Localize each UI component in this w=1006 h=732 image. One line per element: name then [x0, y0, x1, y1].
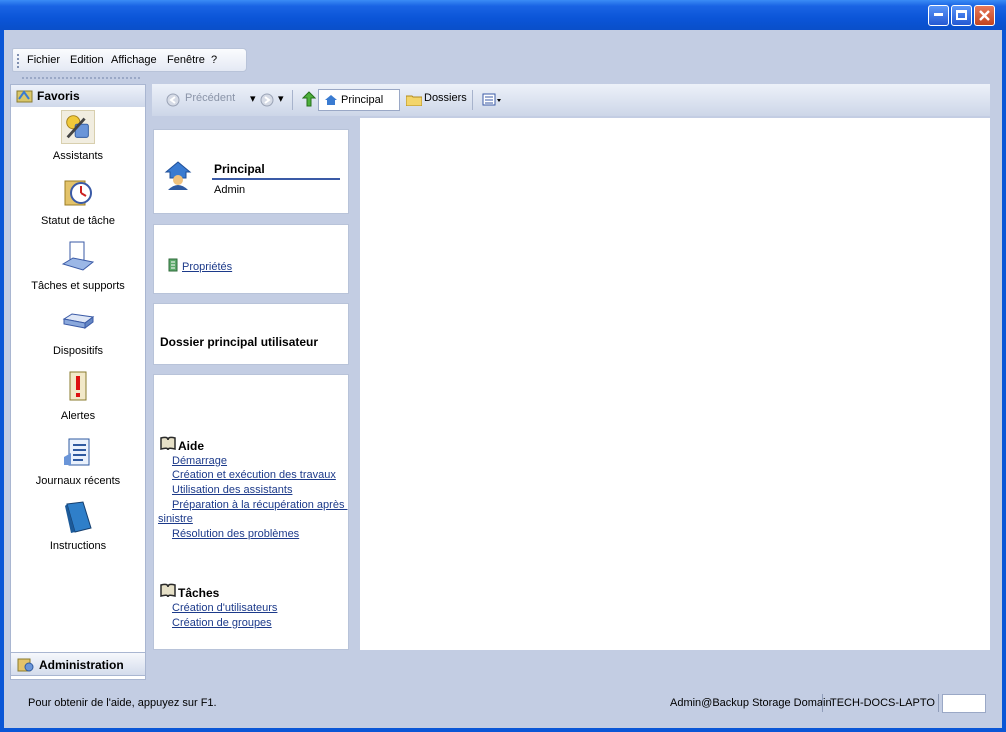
help-link-recuperation[interactable]: Préparation à la récupération après: [172, 499, 348, 511]
tasks-link-groups[interactable]: Création de groupes: [172, 617, 272, 629]
menu-grip-icon[interactable]: [17, 54, 22, 68]
help-link-assistants[interactable]: Utilisation des assistants: [172, 484, 292, 496]
toolbar-separator: [472, 90, 473, 110]
back-arrow-icon[interactable]: [166, 93, 180, 107]
tasks-media-icon: [61, 241, 95, 271]
help-section-title: Aide: [178, 439, 205, 453]
nav-item-label: Statut de tâche: [41, 215, 115, 227]
back-dropdown-icon[interactable]: ▾: [250, 92, 256, 105]
menu-fichier[interactable]: Fichier: [27, 54, 60, 66]
status-help-text: Pour obtenir de l'aide, appuyez sur F1.: [28, 697, 217, 709]
administration-button[interactable]: Administration: [10, 652, 146, 676]
status-separator: [938, 694, 939, 712]
nav-item-task-status[interactable]: Statut de tâche: [11, 175, 145, 239]
navigation-toolbar: Précédent ▾ ▾ Principal Dossiers: [152, 84, 990, 116]
nav-item-label: Journaux récents: [35, 475, 121, 487]
favorites-label: Favoris: [37, 89, 80, 103]
menu-bar: Fichier Edition Affichage Fenêtre ?: [12, 48, 247, 72]
administration-label: Administration: [39, 658, 124, 672]
title-bar[interactable]: [0, 0, 1006, 30]
tasks-section-title: Tâches: [178, 586, 220, 600]
book-icon: [160, 436, 176, 450]
principal-icon: [325, 95, 337, 105]
nav-item-label: Instructions: [49, 540, 107, 552]
view-options-icon[interactable]: [482, 93, 502, 107]
maximize-icon: [956, 10, 967, 20]
wizard-icon: [61, 110, 95, 144]
properties-icon: [168, 258, 178, 272]
properties-panel: Propriétés: [153, 224, 349, 294]
nav-item-label: Assistants: [52, 150, 104, 162]
up-folder-icon[interactable]: [302, 91, 316, 107]
user-home-icon: [164, 161, 192, 190]
forward-dropdown-icon[interactable]: ▾: [278, 92, 284, 105]
principal-subtitle: Admin: [214, 184, 246, 196]
instructions-icon: [65, 501, 92, 533]
menu-affichage[interactable]: Affichage: [111, 54, 157, 66]
maximize-button[interactable]: [951, 5, 972, 26]
folder-icon[interactable]: [406, 94, 422, 106]
principal-panel: Principal Admin: [153, 129, 349, 214]
favorites-pane: Favoris Assistants Statut de tâche Tâche…: [10, 84, 146, 680]
close-button[interactable]: [974, 5, 995, 26]
back-button[interactable]: Précédent: [185, 92, 235, 104]
status-empty-box: [942, 694, 986, 713]
toolbar-separator: [292, 90, 293, 110]
status-user: Admin@Backup Storage Domain: [670, 697, 832, 709]
help-link-problemes[interactable]: Résolution des problèmes: [172, 528, 299, 540]
favorites-icon: [16, 90, 33, 103]
minimize-icon: [934, 13, 943, 16]
nav-item-devices[interactable]: Dispositifs: [11, 305, 145, 369]
dossiers-button[interactable]: Dossiers: [424, 92, 467, 104]
menu-help[interactable]: ?: [211, 54, 217, 66]
help-link-recuperation-cont[interactable]: sinistre: [158, 513, 193, 525]
favorites-header[interactable]: Favoris: [11, 85, 145, 107]
nav-item-instructions[interactable]: Instructions: [11, 500, 145, 564]
nav-item-label: Dispositifs: [52, 345, 104, 357]
menu-fenetre[interactable]: Fenêtre: [167, 54, 205, 66]
task-status-icon: [64, 180, 92, 206]
minimize-button[interactable]: [928, 5, 949, 26]
main-content-area[interactable]: [360, 118, 990, 650]
status-separator: [822, 694, 823, 712]
status-machine: TECH-DOCS-LAPTO: [830, 697, 935, 709]
administration-icon: [17, 658, 34, 672]
alert-icon: [69, 371, 87, 401]
device-icon: [62, 313, 95, 329]
menu-edition[interactable]: Edition: [70, 54, 104, 66]
tasks-link-users[interactable]: Création d'utilisateurs: [172, 602, 277, 614]
nav-item-assistants[interactable]: Assistants: [11, 110, 145, 174]
nav-item-label: Tâches et supports: [31, 280, 125, 292]
properties-link[interactable]: Propriétés: [182, 261, 232, 273]
nav-item-label: Alertes: [60, 410, 96, 422]
principal-button[interactable]: Principal: [318, 89, 400, 111]
help-panel: Aide Démarrage Création et exécution des…: [153, 374, 349, 650]
help-link-demarrage[interactable]: Démarrage: [172, 455, 227, 467]
toolbar-divider: [22, 77, 140, 79]
logs-icon: [64, 438, 90, 466]
forward-arrow-icon[interactable]: [260, 93, 274, 107]
nav-item-recent-logs[interactable]: Journaux récents: [11, 435, 145, 499]
close-icon: [979, 10, 990, 21]
help-link-travaux[interactable]: Création et exécution des travaux: [172, 469, 336, 481]
user-folder-panel: Dossier principal utilisateur: [153, 303, 349, 365]
nav-item-alerts[interactable]: Alertes: [11, 370, 145, 434]
title-underline: [212, 178, 340, 180]
principal-title: Principal: [214, 162, 265, 176]
app-window: Fichier Edition Affichage Fenêtre ? Favo…: [0, 0, 1006, 732]
user-folder-title: Dossier principal utilisateur: [160, 335, 319, 349]
principal-label: Principal: [341, 94, 384, 106]
nav-item-tasks-media[interactable]: Tâches et supports: [11, 240, 145, 304]
book-icon: [160, 583, 176, 597]
